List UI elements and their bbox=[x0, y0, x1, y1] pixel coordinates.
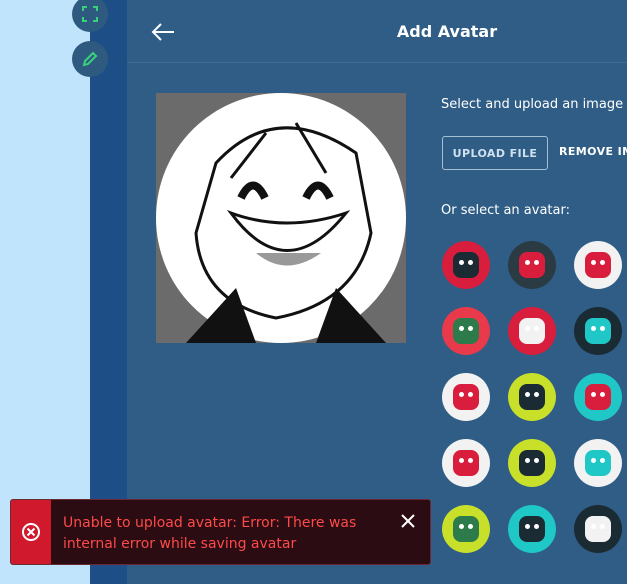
avatar-select-label: Or select an avatar: bbox=[441, 203, 570, 218]
avatar-eye bbox=[468, 326, 473, 331]
avatar-eye bbox=[534, 392, 539, 397]
avatar-eye bbox=[600, 392, 605, 397]
fullscreen-icon bbox=[82, 6, 98, 22]
avatar-eye bbox=[525, 260, 530, 265]
avatar-preview bbox=[156, 93, 406, 343]
page-title: Add Avatar bbox=[396, 22, 498, 41]
avatar-eye bbox=[591, 524, 596, 529]
close-toast-button[interactable] bbox=[400, 513, 416, 529]
avatar-face bbox=[585, 384, 611, 410]
edit-button[interactable] bbox=[72, 41, 108, 77]
avatar-face bbox=[453, 252, 479, 278]
avatar-face bbox=[519, 450, 545, 476]
avatar-face bbox=[585, 450, 611, 476]
error-message: Unable to upload avatar: Error: There wa… bbox=[63, 515, 357, 552]
avatar-face bbox=[519, 384, 545, 410]
avatar-eye bbox=[591, 458, 596, 463]
avatar-eye bbox=[534, 524, 539, 529]
avatar-eye bbox=[525, 458, 530, 463]
avatar-eye bbox=[459, 458, 464, 463]
avatar-eye bbox=[525, 524, 530, 529]
avatar-face bbox=[519, 252, 545, 278]
avatar-drawing bbox=[186, 122, 386, 343]
avatar-face bbox=[453, 450, 479, 476]
avatar-option[interactable] bbox=[442, 307, 490, 355]
avatar-eye bbox=[525, 326, 530, 331]
avatar-option[interactable] bbox=[508, 505, 556, 553]
avatar-option[interactable] bbox=[442, 505, 490, 553]
avatar-eye bbox=[534, 260, 539, 265]
avatar-option[interactable] bbox=[508, 373, 556, 421]
avatar-option[interactable] bbox=[574, 505, 622, 553]
avatar-option[interactable] bbox=[508, 307, 556, 355]
upload-prompt: Select and upload an image bbox=[441, 97, 624, 112]
avatar-eye bbox=[468, 392, 473, 397]
error-icon-container bbox=[11, 500, 51, 564]
sidebar-strip bbox=[90, 0, 127, 584]
avatar-option[interactable] bbox=[508, 241, 556, 289]
avatar-face bbox=[585, 252, 611, 278]
avatar-eye bbox=[534, 458, 539, 463]
avatar-eye bbox=[591, 392, 596, 397]
error-toast: Unable to upload avatar: Error: There wa… bbox=[10, 499, 431, 565]
avatar-eye bbox=[591, 260, 596, 265]
avatar-eye bbox=[525, 392, 530, 397]
avatar-face bbox=[585, 516, 611, 542]
avatar-eye bbox=[600, 260, 605, 265]
remove-image-button[interactable]: REMOVE IM bbox=[559, 145, 627, 158]
avatar-face bbox=[453, 318, 479, 344]
error-icon bbox=[22, 523, 40, 541]
upload-file-button[interactable]: UPLOAD FILE bbox=[442, 136, 548, 170]
avatar-eye bbox=[468, 524, 473, 529]
avatar-eye bbox=[591, 326, 596, 331]
avatar-eye bbox=[459, 326, 464, 331]
avatar-eye bbox=[468, 458, 473, 463]
close-icon bbox=[401, 514, 415, 528]
avatar-option[interactable] bbox=[574, 307, 622, 355]
avatar-face bbox=[585, 318, 611, 344]
pencil-icon bbox=[82, 51, 98, 67]
avatar-face bbox=[453, 384, 479, 410]
avatar-eye bbox=[534, 326, 539, 331]
panel-header: Add Avatar bbox=[127, 0, 627, 63]
avatar-eye bbox=[600, 524, 605, 529]
add-avatar-panel: Add Avatar Select and upload an image UP… bbox=[127, 0, 627, 584]
avatar-option[interactable] bbox=[508, 439, 556, 487]
avatar-eye bbox=[459, 524, 464, 529]
avatar-option[interactable] bbox=[442, 241, 490, 289]
avatar-eye bbox=[459, 260, 464, 265]
avatar-eye bbox=[600, 326, 605, 331]
avatar-option[interactable] bbox=[442, 373, 490, 421]
avatar-option[interactable] bbox=[574, 373, 622, 421]
avatar-eye bbox=[459, 392, 464, 397]
avatar-eye bbox=[468, 260, 473, 265]
avatar-option[interactable] bbox=[574, 241, 622, 289]
avatar-face bbox=[453, 516, 479, 542]
avatar-option[interactable] bbox=[442, 439, 490, 487]
avatar-face bbox=[519, 318, 545, 344]
avatar-option[interactable] bbox=[574, 439, 622, 487]
avatar-eye bbox=[600, 458, 605, 463]
avatar-face bbox=[519, 516, 545, 542]
